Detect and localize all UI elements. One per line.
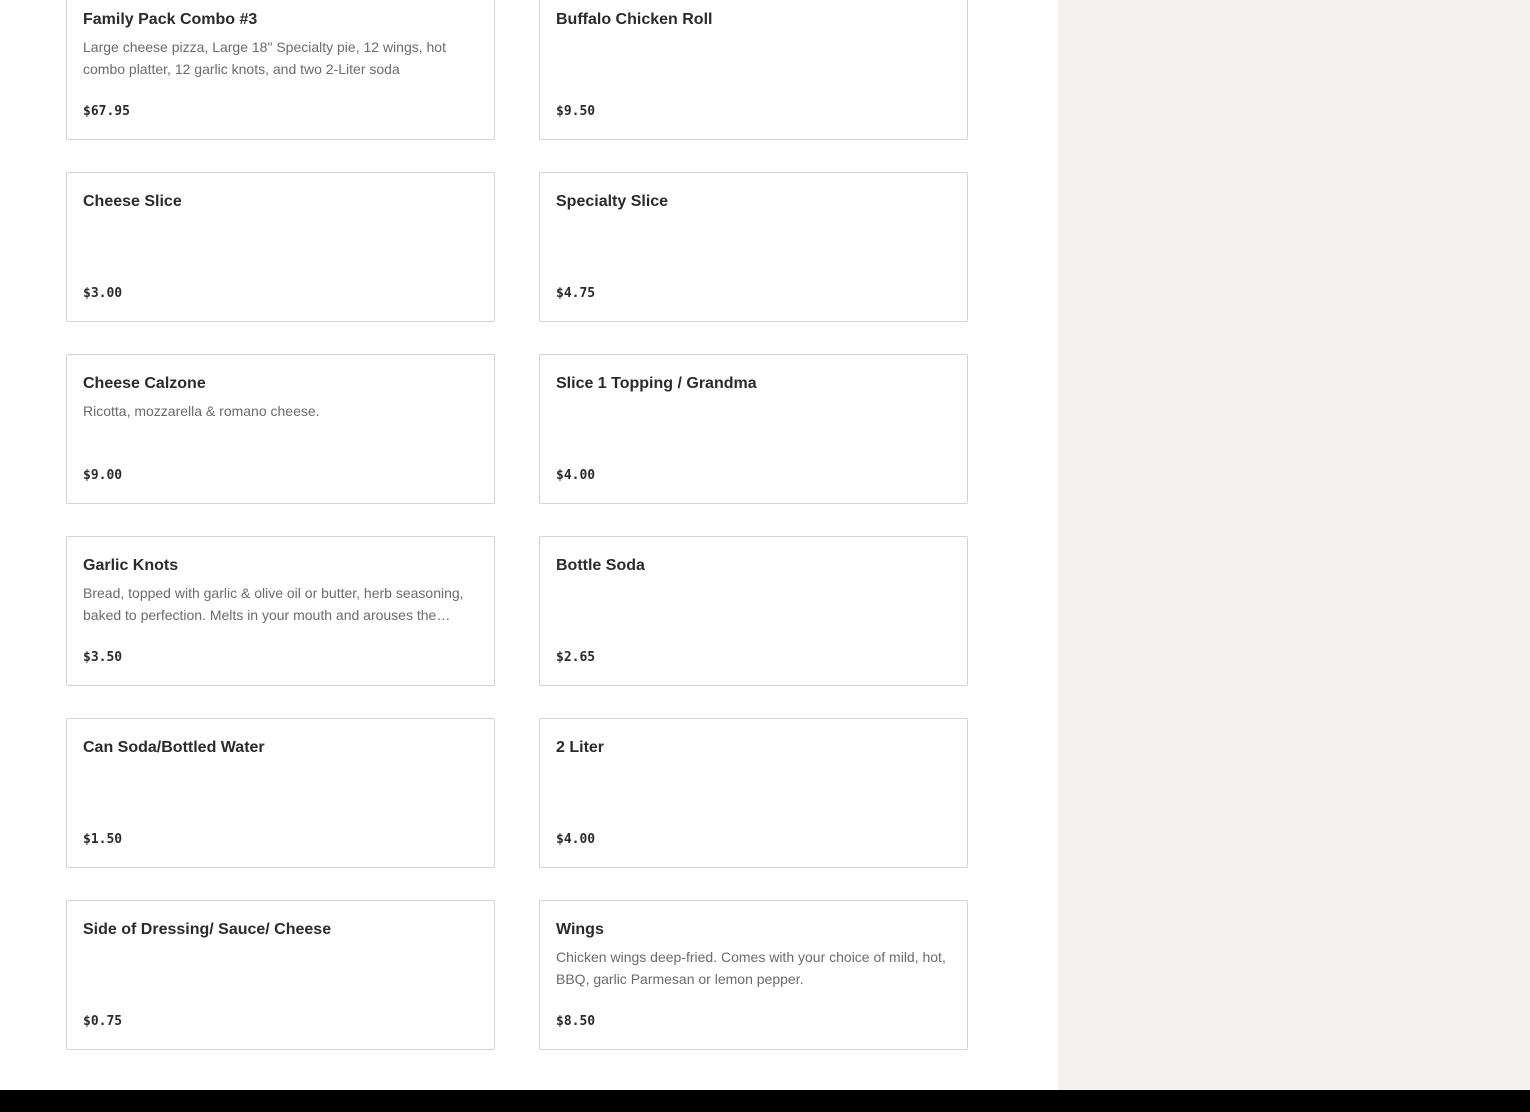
menu-item-price: $9.00 (83, 468, 123, 483)
menu-item-price: $1.50 (83, 832, 123, 847)
menu-item-name: Slice 1 Topping / Grandma (556, 375, 757, 392)
menu-item-price: $9.50 (556, 104, 596, 119)
menu-item-name: Buffalo Chicken Roll (556, 11, 713, 28)
menu-item-price: $0.75 (83, 1014, 123, 1029)
menu-item-name: Cheese Slice (83, 193, 182, 210)
menu-item-card[interactable]: Family Pack Combo #3 Large cheese pizza,… (66, 0, 495, 140)
menu-item-name: Bottle Soda (556, 557, 645, 574)
menu-item-price: $8.50 (556, 1014, 596, 1029)
menu-item-description: Chicken wings deep-fried. Comes with you… (556, 949, 946, 987)
menu-item-name: Specialty Slice (556, 193, 669, 210)
menu-item-name: Can Soda/Bottled Water (83, 739, 265, 756)
menu-item-card[interactable]: Cheese Calzone Ricotta, mozzarella & rom… (66, 354, 495, 504)
menu-item-card[interactable]: 2 Liter $4.00 (539, 718, 968, 868)
menu-item-card[interactable]: Slice 1 Topping / Grandma $4.00 (539, 354, 968, 504)
menu-item-card[interactable]: Buffalo Chicken Roll $9.50 (539, 0, 968, 140)
menu-item-price: $4.75 (556, 286, 596, 301)
menu-item-price: $67.95 (83, 104, 130, 119)
menu-item-description: Large cheese pizza, Large 18" Specialty … (83, 39, 446, 77)
menu-item-description: Ricotta, mozzarella & romano cheese. (83, 403, 320, 419)
menu-section: Family Pack Combo #3 Large cheese pizza,… (0, 0, 1058, 1090)
menu-item-card[interactable]: Garlic Knots Bread, topped with garlic &… (66, 536, 495, 686)
right-sidebar (1058, 0, 1530, 1090)
menu-item-card[interactable]: Wings Chicken wings deep-fried. Comes wi… (539, 900, 968, 1050)
menu-item-price: $4.00 (556, 832, 596, 847)
menu-item-description: Bread, topped with garlic & olive oil or… (83, 585, 464, 623)
menu-item-name: Family Pack Combo #3 (83, 11, 258, 28)
menu-item-card[interactable]: Specialty Slice $4.75 (539, 172, 968, 322)
footer-bar (0, 1090, 1530, 1112)
menu-item-price: $3.50 (83, 650, 123, 665)
menu-item-price: $3.00 (83, 286, 123, 301)
menu-item-card[interactable]: Cheese Slice $3.00 (66, 172, 495, 322)
page: Family Pack Combo #3 Large cheese pizza,… (0, 0, 1530, 1112)
menu-item-name: Wings (556, 921, 604, 938)
menu-item-card[interactable]: Can Soda/Bottled Water $1.50 (66, 718, 495, 868)
menu-item-name: Cheese Calzone (83, 375, 206, 392)
menu-item-card[interactable]: Bottle Soda $2.65 (539, 536, 968, 686)
menu-item-price: $2.65 (556, 650, 596, 665)
menu-item-price: $4.00 (556, 468, 596, 483)
menu-item-name: Garlic Knots (83, 557, 179, 574)
menu-item-name: 2 Liter (556, 739, 605, 756)
menu-item-name: Side of Dressing/ Sauce/ Cheese (83, 921, 332, 938)
menu-grid: Family Pack Combo #3 Large cheese pizza,… (66, 0, 968, 1050)
menu-item-card[interactable]: Side of Dressing/ Sauce/ Cheese $0.75 (66, 900, 495, 1050)
